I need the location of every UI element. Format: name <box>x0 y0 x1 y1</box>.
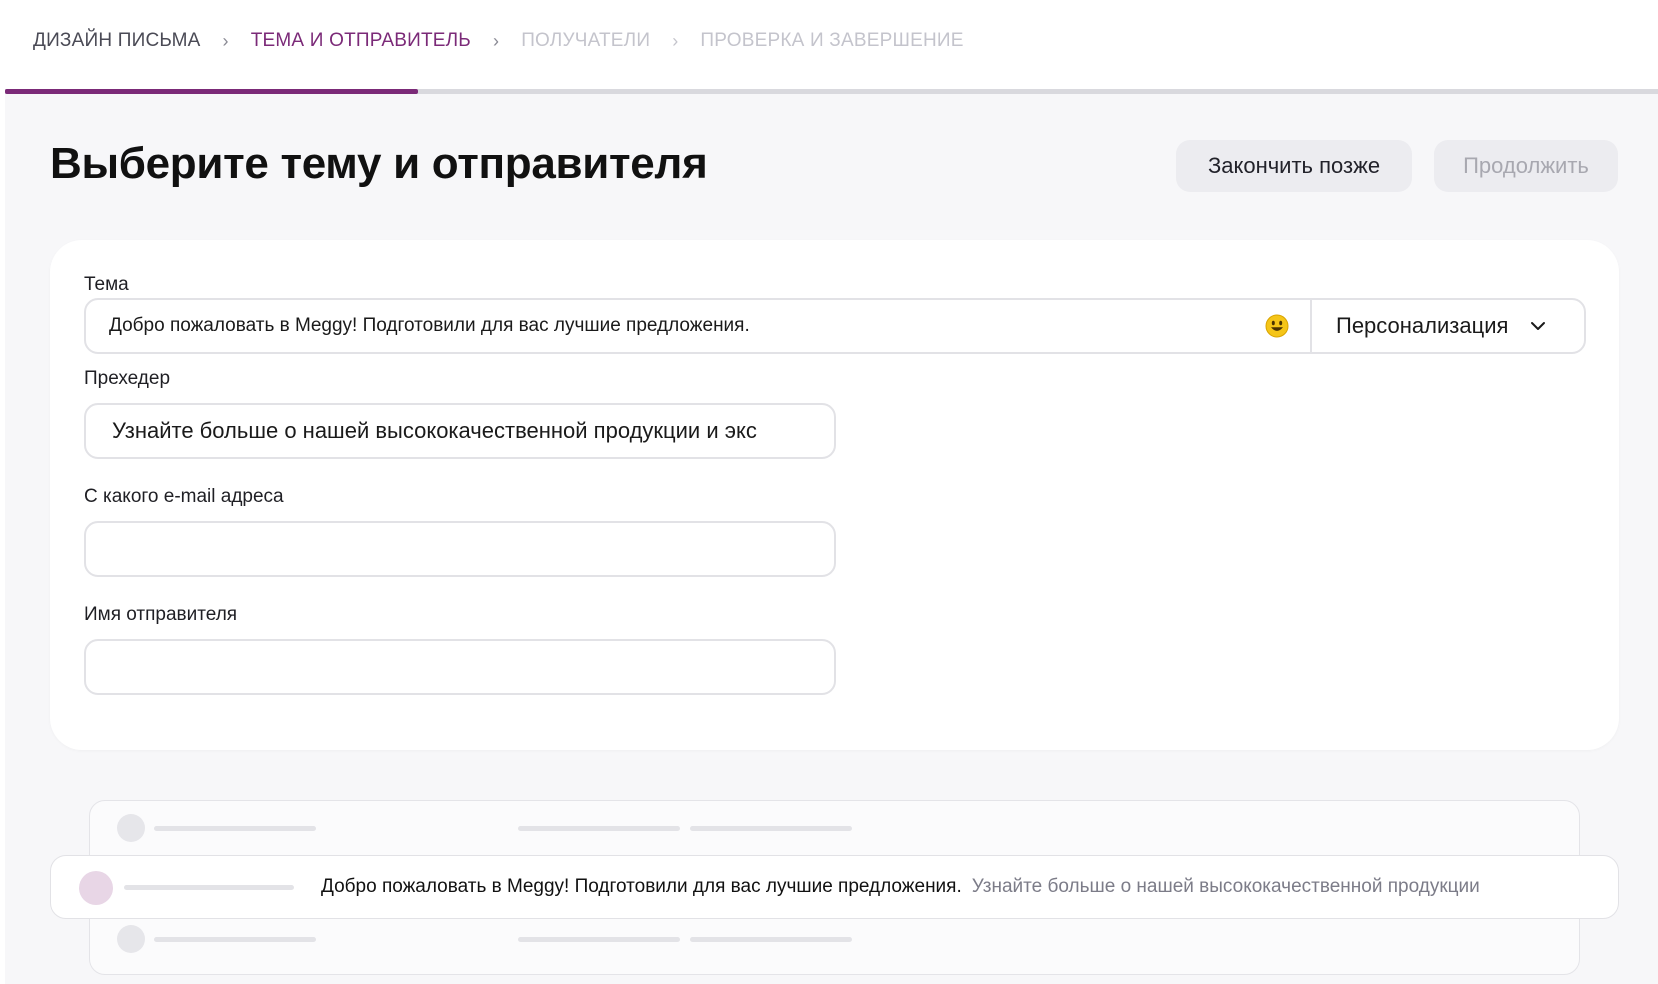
subject-field: Добро пожаловать в Meggy! Подготовили дл… <box>84 298 1586 354</box>
placeholder-line <box>124 885 294 890</box>
placeholder-line <box>518 826 680 831</box>
sender-name-label: Имя отправителя <box>84 604 238 625</box>
preview-text: Добро пожаловать в Meggy! Подготовили дл… <box>321 876 1480 898</box>
chevron-down-icon <box>1531 322 1546 330</box>
step-subject-sender[interactable]: ТЕМА И ОТПРАВИТЕЛЬ <box>251 30 471 52</box>
placeholder-line <box>518 937 680 942</box>
continue-button[interactable]: Продолжить <box>1434 140 1618 192</box>
from-email-input[interactable] <box>84 521 836 577</box>
preheader-label: Прехедер <box>84 368 171 389</box>
page-title: Выберите тему и отправителя <box>50 139 708 188</box>
finish-later-button[interactable]: Закончить позже <box>1176 140 1412 192</box>
step-email-design[interactable]: ДИЗАЙН ПИСЬМА <box>33 30 201 52</box>
chevron-right-icon: › <box>222 30 229 51</box>
inbox-preview-row: Добро пожаловать в Meggy! Подготовили дл… <box>50 855 1619 919</box>
subject-sender-form: Тема Добро пожаловать в Meggy! Подготови… <box>50 240 1619 750</box>
placeholder-line <box>690 937 852 942</box>
subject-label: Тема <box>84 274 129 295</box>
stepper-steps: ДИЗАЙН ПИСЬМА › ТЕМА И ОТПРАВИТЕЛЬ › ПОЛ… <box>33 28 964 54</box>
placeholder-line <box>154 826 316 831</box>
preview-preheader: Узнайте больше о нашей высококачественно… <box>971 876 1480 897</box>
personalization-dropdown[interactable]: Персонализация <box>1310 300 1584 352</box>
preheader-input[interactable]: Узнайте больше о нашей высококачественно… <box>86 418 834 444</box>
sender-name-input[interactable] <box>84 639 836 695</box>
preheader-field: Узнайте больше о нашей высококачественно… <box>84 403 836 459</box>
personalization-label: Персонализация <box>1336 313 1509 338</box>
placeholder-avatar <box>117 925 145 953</box>
smiley-icon[interactable] <box>1264 313 1290 339</box>
subject-input[interactable]: Добро пожаловать в Meggy! Подготовили дл… <box>86 315 1264 337</box>
main-content: Выберите тему и отправителя Закончить по… <box>5 94 1658 984</box>
chevron-right-icon: › <box>492 30 500 51</box>
preview-subject: Добро пожаловать в Meggy! Подготовили дл… <box>321 876 962 897</box>
step-review-finish: ПРОВЕРКА И ЗАВЕРШЕНИЕ <box>700 30 964 51</box>
avatar <box>79 871 113 905</box>
chevron-right-icon: › <box>672 30 679 51</box>
placeholder-line <box>690 826 852 831</box>
placeholder-avatar <box>117 814 145 842</box>
stepper: ДИЗАЙН ПИСЬМА › ТЕМА И ОТПРАВИТЕЛЬ › ПОЛ… <box>0 0 1658 94</box>
placeholder-line <box>154 937 316 942</box>
step-recipients: ПОЛУЧАТЕЛИ <box>521 30 651 51</box>
from-email-label: С какого e-mail адреса <box>84 486 284 507</box>
